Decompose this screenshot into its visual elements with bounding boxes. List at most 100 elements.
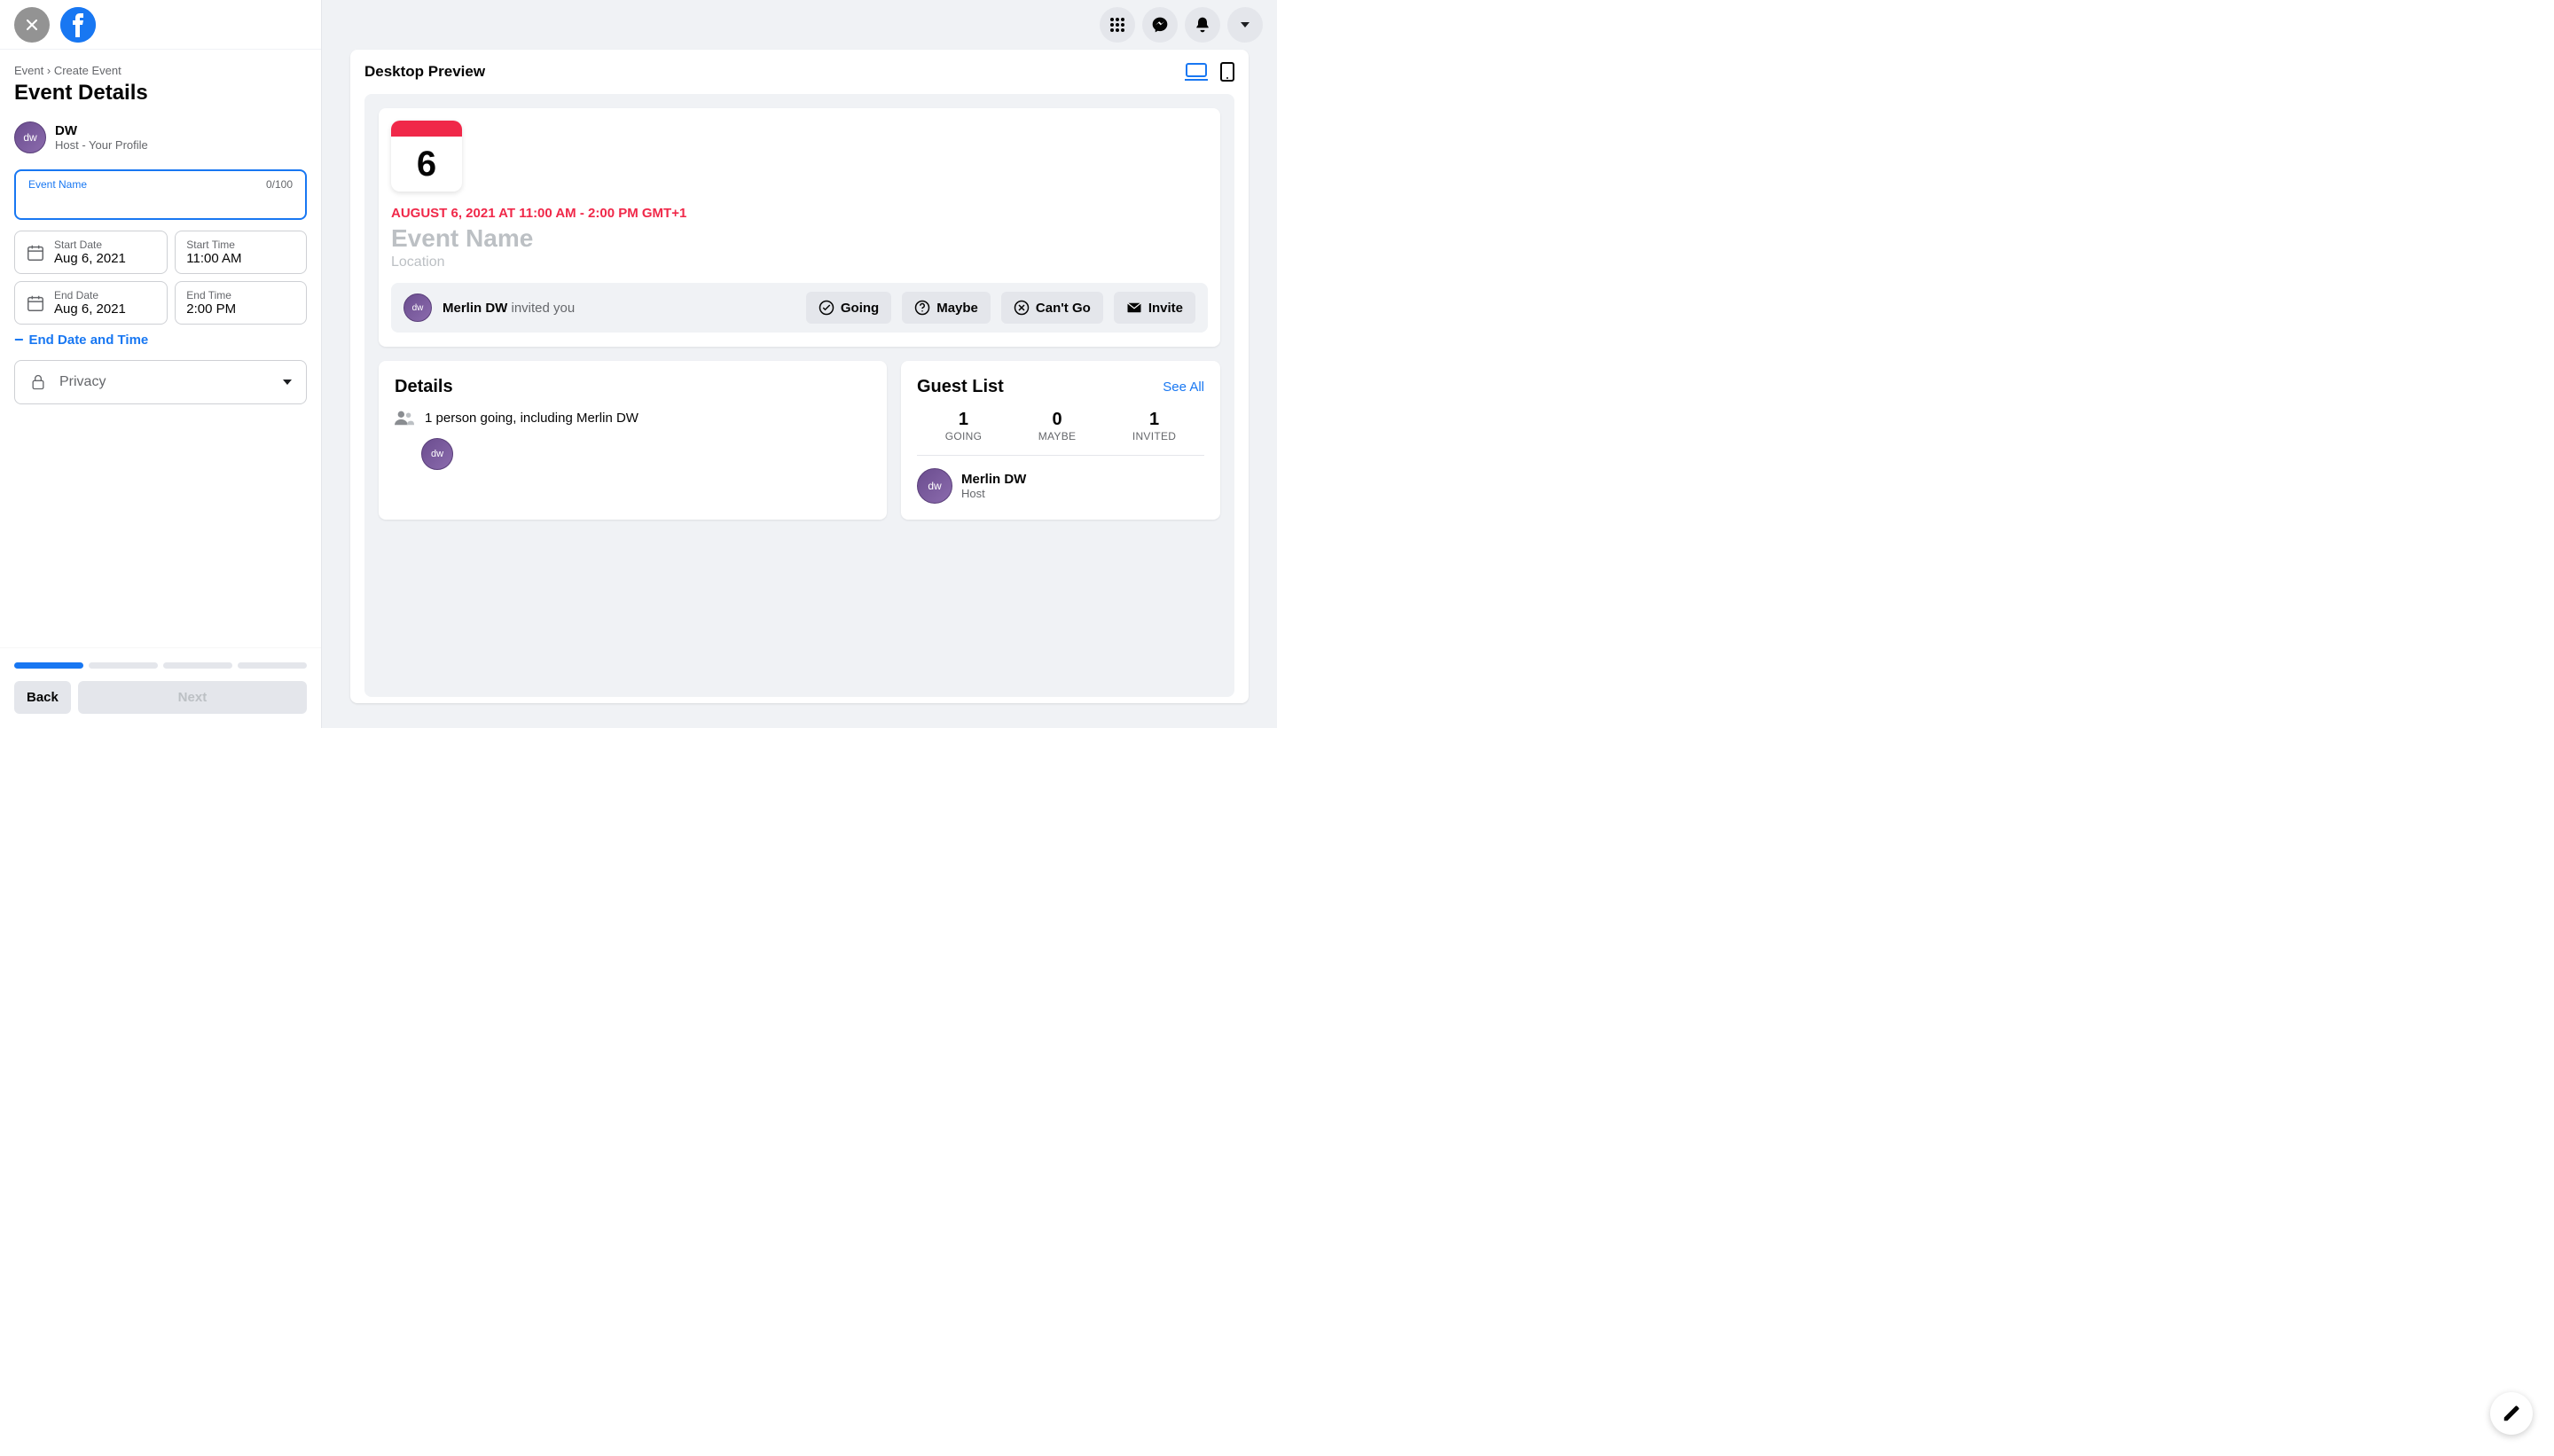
back-button[interactable]: Back: [14, 681, 71, 714]
end-date-label: End Date: [54, 289, 126, 301]
invite-bar: dw Merlin DW invited you Going Maybe: [391, 283, 1208, 333]
end-date-value: Aug 6, 2021: [54, 301, 126, 317]
start-time-field[interactable]: Start Time 11:00 AM: [175, 231, 307, 274]
inviter-avatar: dw: [403, 294, 432, 322]
bell-icon: [1194, 16, 1211, 34]
calendar-chip: 6: [391, 121, 462, 192]
preview-container: Desktop Preview 6 AUGUST 6, 2021 AT 11:0…: [350, 50, 1249, 703]
calendar-chip-header: [391, 121, 462, 137]
going-detail-text: 1 person going, including Merlin DW: [425, 411, 638, 426]
host-row: dw DW Host - Your Profile: [14, 121, 307, 153]
calendar-day-number: 6: [391, 137, 462, 192]
event-date-line: AUGUST 6, 2021 AT 11:00 AM - 2:00 PM GMT…: [391, 206, 1208, 221]
breadcrumb: Event › Create Event: [14, 64, 307, 77]
breadcrumb-sep: ›: [47, 64, 51, 77]
messenger-button[interactable]: [1142, 7, 1178, 43]
event-name-counter: 0/100: [266, 178, 293, 191]
close-button[interactable]: [14, 7, 50, 43]
guest-list-title: Guest List: [917, 377, 1004, 397]
details-panel: Details 1 person going, including Merlin…: [379, 361, 887, 520]
event-name-field[interactable]: Event Name 0/100: [14, 169, 307, 220]
end-date-field[interactable]: End Date Aug 6, 2021: [14, 281, 168, 325]
next-button[interactable]: Next: [78, 681, 307, 714]
invited-count-number: 1: [1132, 410, 1176, 430]
start-time-value: 11:00 AM: [186, 251, 241, 266]
sidebar-footer: Back Next: [0, 647, 321, 728]
inviter-name: Merlin DW: [443, 301, 507, 316]
attendee-avatar[interactable]: dw: [421, 438, 453, 470]
top-navigation: [1100, 7, 1263, 43]
event-card: 6 AUGUST 6, 2021 AT 11:00 AM - 2:00 PM G…: [379, 108, 1220, 347]
start-date-value: Aug 6, 2021: [54, 251, 126, 266]
end-date-time-toggle[interactable]: − End Date and Time: [14, 332, 307, 348]
start-date-label: Start Date: [54, 239, 126, 251]
notifications-button[interactable]: [1185, 7, 1220, 43]
details-title: Details: [395, 377, 871, 397]
invited-count: 1 INVITED: [1132, 410, 1176, 442]
account-button[interactable]: [1227, 7, 1263, 43]
edit-fab[interactable]: [2490, 1392, 2533, 1435]
event-location-placeholder: Location: [391, 254, 1208, 270]
progress-bar: [14, 662, 307, 669]
lock-icon: [29, 373, 47, 391]
start-date-field[interactable]: Start Date Aug 6, 2021: [14, 231, 168, 274]
calendar-icon: [26, 243, 45, 262]
going-count: 1 GOING: [945, 410, 983, 442]
close-icon: [23, 16, 41, 34]
going-detail-line: 1 person going, including Merlin DW: [395, 410, 871, 426]
maybe-count-label: MAYBE: [1038, 430, 1077, 442]
going-button[interactable]: Going: [806, 292, 891, 324]
invite-label: Invite: [1148, 301, 1183, 316]
counts-row: 1 GOING 0 MAYBE 1 INVITED: [917, 410, 1204, 456]
event-name-placeholder: Event Name: [391, 224, 1208, 253]
question-circle-icon: [914, 300, 930, 316]
progress-step-1: [14, 662, 83, 669]
end-time-label: End Time: [186, 289, 236, 301]
going-count-number: 1: [945, 410, 983, 430]
main-area: Desktop Preview 6 AUGUST 6, 2021 AT 11:0…: [322, 0, 1277, 728]
event-name-input[interactable]: [28, 193, 293, 208]
see-all-link[interactable]: See All: [1163, 380, 1204, 395]
guest-row: dw Merlin DW Host: [917, 468, 1204, 504]
event-name-label: Event Name: [28, 178, 87, 191]
people-icon: [395, 410, 414, 426]
maybe-label: Maybe: [936, 301, 978, 316]
progress-step-2: [89, 662, 158, 669]
host-role: Host - Your Profile: [55, 138, 148, 152]
breadcrumb-create[interactable]: Create Event: [54, 64, 121, 77]
maybe-count: 0 MAYBE: [1038, 410, 1077, 442]
chevron-down-icon: [283, 380, 292, 385]
invite-button[interactable]: Invite: [1114, 292, 1195, 324]
guest-name: Merlin DW: [961, 472, 1026, 487]
maybe-button[interactable]: Maybe: [902, 292, 991, 324]
messenger-icon: [1151, 16, 1169, 34]
invited-count-label: INVITED: [1132, 430, 1176, 442]
maybe-count-number: 0: [1038, 410, 1077, 430]
sidebar-header: [0, 0, 321, 50]
menu-button[interactable]: [1100, 7, 1135, 43]
facebook-logo[interactable]: [60, 7, 96, 43]
preview-title: Desktop Preview: [364, 63, 485, 81]
calendar-icon: [26, 294, 45, 313]
cant-go-button[interactable]: Can't Go: [1001, 292, 1103, 324]
mobile-icon[interactable]: [1220, 62, 1234, 82]
guest-avatar[interactable]: dw: [917, 468, 952, 504]
end-time-field[interactable]: End Time 2:00 PM: [175, 281, 307, 325]
progress-step-3: [163, 662, 232, 669]
minus-icon: −: [14, 332, 24, 348]
desktop-icon[interactable]: [1185, 62, 1208, 82]
going-count-label: GOING: [945, 430, 983, 442]
end-toggle-label: End Date and Time: [29, 333, 149, 348]
start-time-label: Start Time: [186, 239, 241, 251]
chevron-down-icon: [1241, 22, 1250, 27]
preview-body: 6 AUGUST 6, 2021 AT 11:00 AM - 2:00 PM G…: [364, 94, 1234, 697]
breadcrumb-event[interactable]: Event: [14, 64, 43, 77]
guest-list-panel: Guest List See All 1 GOING 0 MAYBE: [901, 361, 1220, 520]
grid-icon: [1109, 16, 1126, 34]
privacy-selector[interactable]: Privacy: [14, 360, 307, 404]
envelope-icon: [1126, 300, 1142, 316]
end-time-value: 2:00 PM: [186, 301, 236, 317]
invite-text: Merlin DW invited you: [443, 301, 795, 316]
host-avatar[interactable]: dw: [14, 121, 46, 153]
page-title: Event Details: [14, 81, 307, 106]
